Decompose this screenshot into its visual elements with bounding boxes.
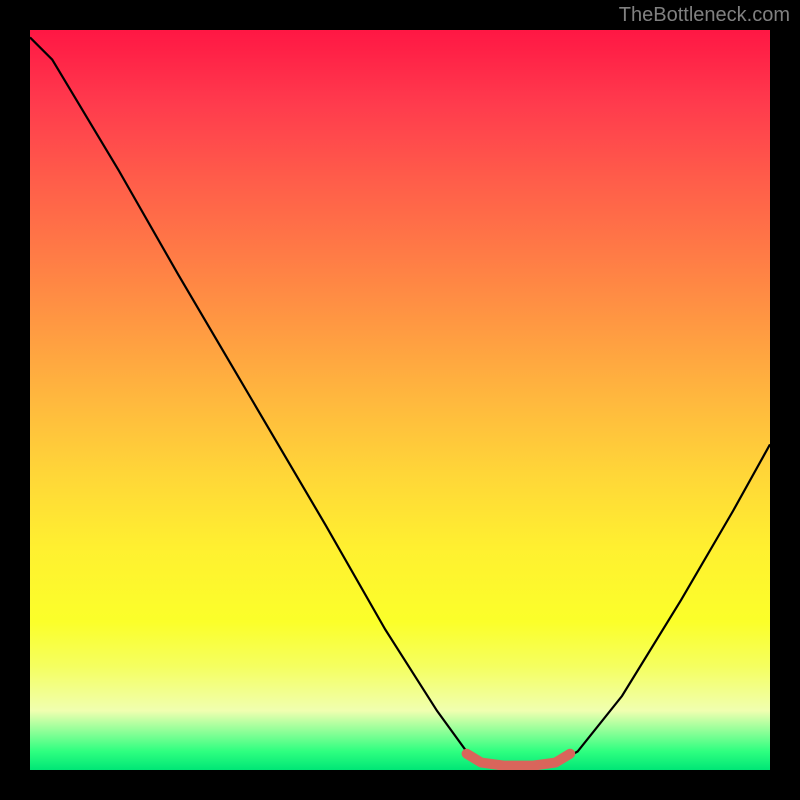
highlight-svg: [30, 30, 770, 770]
plot-area: [30, 30, 770, 770]
optimal-range-highlight: [467, 754, 571, 766]
watermark-text: TheBottleneck.com: [619, 4, 790, 27]
